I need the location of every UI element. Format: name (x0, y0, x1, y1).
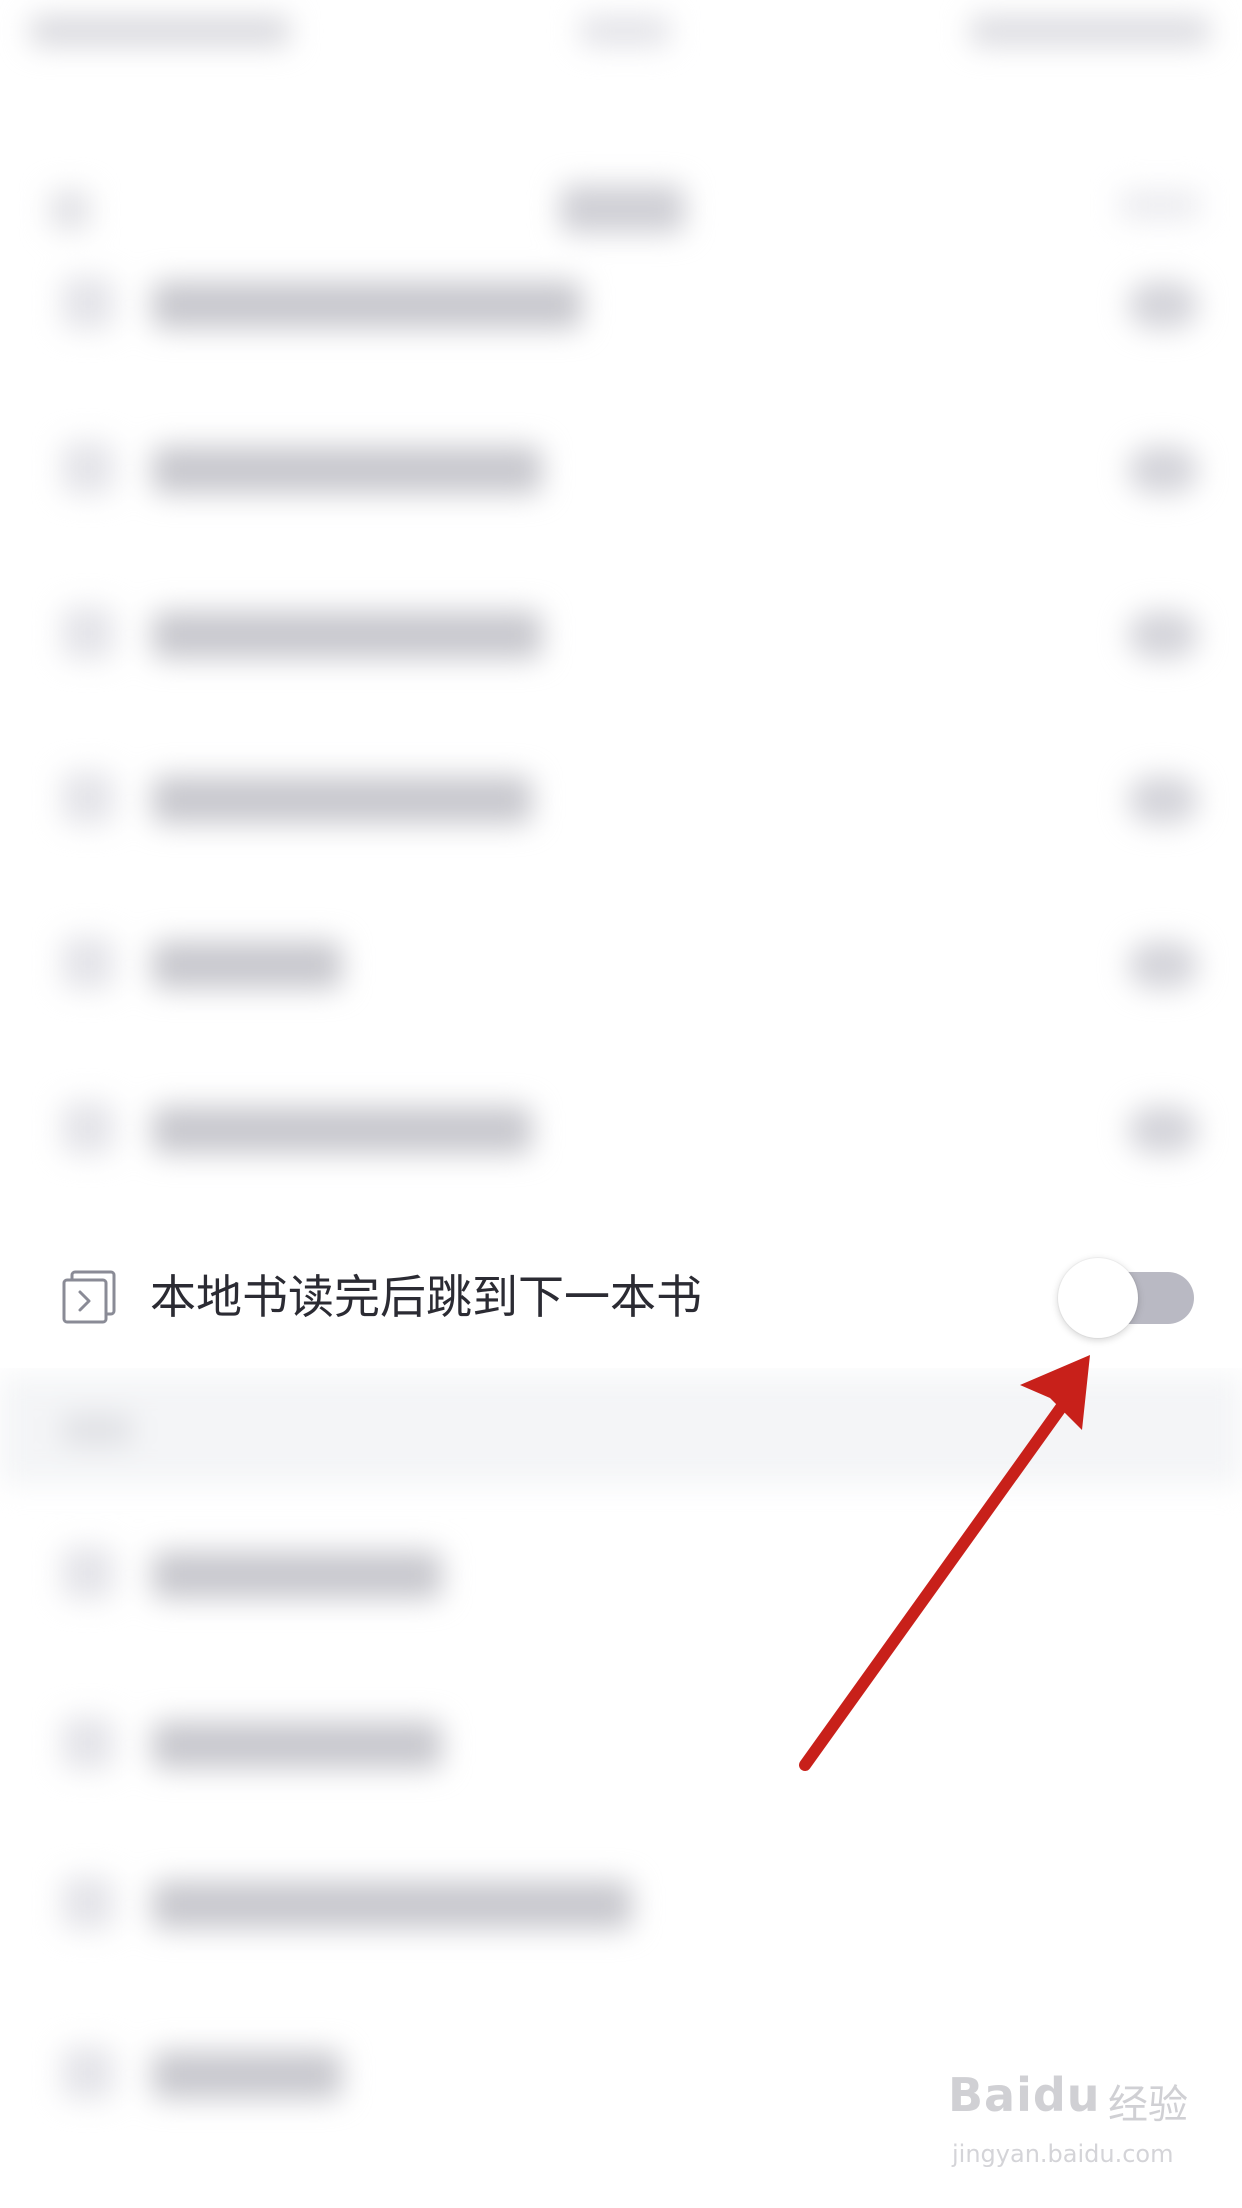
blurred-section-header (0, 1375, 1242, 1485)
blurred-setting-row (0, 390, 1242, 550)
blurred-setting-row (0, 1050, 1242, 1210)
blurred-setting-row (0, 885, 1242, 1045)
blurred-background (0, 0, 1242, 2208)
watermark-url: jingyan.baidu.com (952, 2140, 1174, 2168)
blurred-setting-row (0, 555, 1242, 715)
watermark: Baidu 经验 jingyan.baidu.com (948, 2068, 1228, 2188)
blurred-setting-row (0, 1665, 1242, 1825)
setting-label: 本地书读完后跳到下一本书 (150, 1270, 702, 1324)
setting-row-auto-next-book[interactable]: 本地书读完后跳到下一本书 (0, 1218, 1242, 1368)
settings-screen: 本地书读完后跳到下一本书 Baidu 经验 jingyan.baidu.com (0, 0, 1242, 2208)
blurred-setting-row (0, 720, 1242, 880)
blurred-setting-row (0, 1825, 1242, 1985)
blurred-setting-row (0, 225, 1242, 385)
blurred-setting-row (0, 1495, 1242, 1655)
watermark-suffix: 经验 (1108, 2082, 1188, 2128)
watermark-brand: Baidu (948, 2068, 1101, 2122)
status-bar (0, 0, 1242, 70)
auto-next-book-toggle[interactable] (1058, 1258, 1198, 1338)
nav-bar (0, 80, 1242, 233)
toggle-knob (1058, 1258, 1138, 1338)
next-book-icon (60, 1268, 118, 1326)
